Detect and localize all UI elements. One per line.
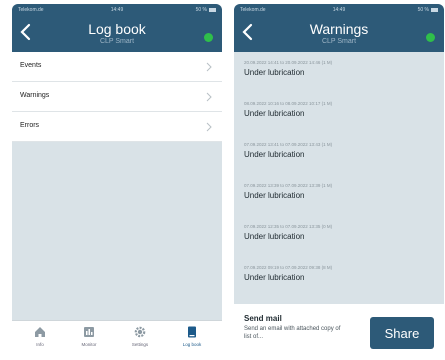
gear-icon	[134, 326, 146, 338]
tab-label: Monitor	[81, 342, 97, 347]
page-title: Warnings	[309, 21, 369, 37]
battery-icon	[209, 8, 216, 12]
tab-label: Settings	[131, 342, 149, 347]
clock-label: 14:49	[332, 7, 346, 13]
home-icon	[35, 327, 45, 337]
menu-item-label: Warnings	[20, 92, 50, 99]
warning-time-range: 07.09.2022 09:19 to 07.09.2022 09:38 (8 …	[244, 265, 333, 270]
menu-item-warnings[interactable]: Warnings	[12, 82, 222, 112]
warning-title: Under lubrication	[244, 150, 305, 159]
logbook-screen: Telekom.de 14:49 50 % Log book CLP Smart…	[12, 4, 222, 360]
warning-time-range: 07.09.2022 12:35 to 07.09.2022 13:35 (0 …	[244, 224, 333, 229]
connection-status-dot	[426, 33, 435, 42]
navigation-bar: Warnings CLP Smart	[234, 16, 444, 52]
page-subtitle: CLP Smart	[99, 38, 135, 45]
send-mail-description: Send an email with attached copy of list…	[244, 326, 341, 340]
menu-item-errors[interactable]: Errors	[12, 112, 222, 142]
warnings-list: 20.09.2022 14:41 to 20.09.2022 14:46 (1 …	[234, 52, 444, 304]
warning-title: Under lubrication	[244, 191, 305, 200]
tab-label: Info	[36, 342, 44, 347]
tab-monitor[interactable]: Monitor	[69, 325, 109, 347]
warning-time-range: 07.09.2022 13:39 to 07.09.2022 13:39 (1 …	[244, 183, 333, 188]
share-button[interactable]: Share	[370, 317, 434, 349]
menu-item-events[interactable]: Events	[12, 52, 222, 82]
tab-info[interactable]: Info	[20, 325, 60, 347]
navigation-bar: Log book CLP Smart	[12, 16, 222, 52]
book-icon	[188, 326, 196, 338]
chevron-right-icon	[206, 122, 212, 132]
list-item[interactable]: 07.09.2022 09:19 to 07.09.2022 09:38 (8 …	[244, 257, 434, 297]
battery-label: 50 %	[417, 7, 429, 13]
chevron-right-icon	[206, 92, 212, 102]
monitor-icon	[84, 327, 94, 337]
status-bar: Telekom.de 14:49 50 %	[12, 4, 222, 16]
battery-indicator: 50 %	[418, 7, 438, 13]
page-subtitle: CLP Smart	[321, 38, 357, 45]
menu-item-label: Events	[20, 62, 42, 69]
send-mail-panel: Send mail Send an email with attached co…	[234, 304, 444, 360]
logbook-menu: Events Warnings Errors	[12, 52, 222, 142]
chevron-right-icon	[206, 62, 212, 72]
battery-indicator: 50 %	[196, 7, 216, 13]
status-bar: Telekom.de 14:49 50 %	[234, 4, 444, 16]
tab-settings[interactable]: Settings	[120, 325, 160, 347]
tab-log-book[interactable]: Log book	[172, 325, 212, 347]
clock-label: 14:49	[110, 7, 124, 13]
connection-status-dot	[204, 33, 213, 42]
warning-title: Under lubrication	[244, 273, 305, 282]
send-mail-title: Send mail	[244, 314, 282, 323]
list-item[interactable]: 08.09.2022 10:16 to 08.09.2022 10:17 (1 …	[244, 93, 434, 133]
warning-title: Under lubrication	[244, 109, 305, 118]
tab-bar: Info Monitor Settings Log book	[12, 320, 222, 360]
list-item[interactable]: 07.09.2022 12:35 to 07.09.2022 13:35 (0 …	[244, 216, 434, 256]
list-item[interactable]: 20.09.2022 14:41 to 20.09.2022 14:46 (1 …	[244, 52, 434, 92]
warning-time-range: 08.09.2022 10:16 to 08.09.2022 10:17 (1 …	[244, 101, 333, 106]
warnings-screen: Telekom.de 14:49 50 % Warnings CLP Smart…	[234, 4, 444, 360]
list-item[interactable]: 07.09.2022 13:41 to 07.09.2022 13:43 (1 …	[244, 134, 434, 174]
battery-label: 50 %	[195, 7, 207, 13]
warning-title: Under lubrication	[244, 68, 305, 77]
tab-label: Log book	[182, 342, 202, 347]
page-title: Log book	[88, 21, 146, 37]
battery-icon	[431, 8, 438, 12]
list-item[interactable]: 07.09.2022 13:39 to 07.09.2022 13:39 (1 …	[244, 175, 434, 215]
warning-time-range: 20.09.2022 14:41 to 20.09.2022 14:46 (1 …	[244, 60, 333, 65]
warning-time-range: 07.09.2022 13:41 to 07.09.2022 13:43 (1 …	[244, 142, 333, 147]
menu-item-label: Errors	[20, 122, 40, 129]
warning-title: Under lubrication	[244, 232, 305, 241]
